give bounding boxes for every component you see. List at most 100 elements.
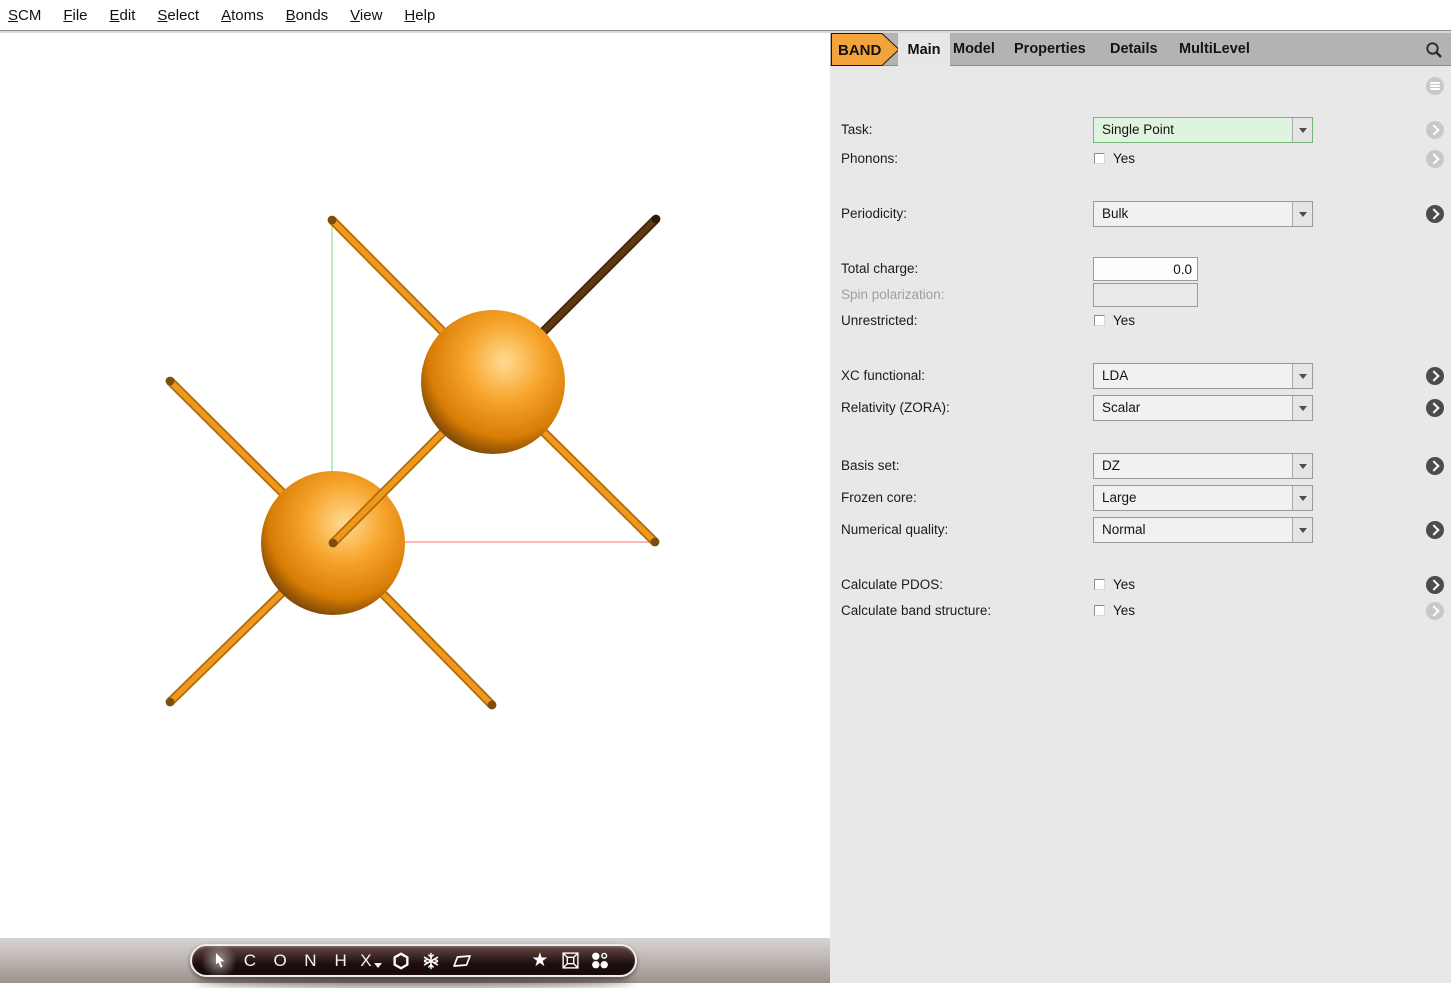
row-numerical-quality: Numerical quality: Normal (830, 517, 1451, 543)
tab-bar: BAND Main Model Properties Details Multi… (830, 33, 1451, 66)
menu-bonds[interactable]: Bonds (286, 7, 329, 24)
periodic-box-button[interactable] (559, 950, 582, 972)
panel-menu-button (1426, 77, 1444, 95)
task-dropdown-arrow[interactable] (1292, 118, 1312, 142)
spin-polarization-label: Spin polarization: (841, 282, 945, 308)
phonons-label: Phonons: (841, 146, 898, 172)
relativity-dropdown[interactable]: Scalar (1093, 395, 1313, 421)
numerical-quality-value: Normal (1094, 518, 1292, 542)
frozen-core-dropdown-arrow[interactable] (1292, 486, 1312, 510)
parallelogram-icon (452, 953, 472, 969)
menu-view[interactable]: View (350, 7, 382, 24)
tab-main[interactable]: Main (898, 33, 950, 66)
row-basis-set: Basis set: DZ (830, 453, 1451, 479)
lattice-plane-button[interactable] (450, 950, 473, 972)
xc-functional-value: LDA (1094, 364, 1292, 388)
menu-scm[interactable]: SCM (8, 7, 41, 24)
calculate-band-structure-checkbox-label: Yes (1113, 598, 1135, 624)
element-x-button[interactable]: X (359, 950, 382, 972)
spin-polarization-input (1093, 283, 1198, 307)
xc-functional-dropdown-arrow[interactable] (1292, 364, 1312, 388)
element-oxygen-button[interactable]: O (269, 950, 292, 972)
calculate-band-structure-detail-button (1426, 602, 1444, 620)
phonons-checkbox-label: Yes (1113, 146, 1135, 172)
calculate-pdos-label: Calculate PDOS: (841, 572, 943, 598)
periodicity-dropdown-arrow[interactable] (1292, 202, 1312, 226)
periodic-box-icon (561, 951, 580, 970)
element-hydrogen-button[interactable]: H (329, 950, 352, 972)
freeze-tool-button[interactable] (420, 950, 443, 972)
molecule-viewer[interactable]: C O N H X (0, 33, 830, 983)
xc-functional-dropdown[interactable]: LDA (1093, 363, 1313, 389)
menu-edit[interactable]: Edit (110, 7, 136, 24)
unrestricted-checkbox[interactable] (1094, 315, 1105, 326)
basis-set-label: Basis set: (841, 453, 900, 479)
basis-set-dropdown-arrow[interactable] (1292, 454, 1312, 478)
task-detail-button (1426, 121, 1444, 139)
calculate-pdos-detail-button[interactable] (1426, 576, 1444, 594)
snowflake-icon (422, 952, 440, 970)
periodicity-label: Periodicity: (841, 201, 907, 227)
star-icon: ★ (531, 951, 548, 970)
element-x-label: X (360, 951, 371, 971)
tab-multilevel[interactable]: MultiLevel (1179, 33, 1250, 65)
band-input-panel: BAND Main Model Properties Details Multi… (830, 33, 1451, 983)
basis-set-detail-button[interactable] (1426, 457, 1444, 475)
element-nitrogen-button[interactable]: N (299, 950, 322, 972)
calculate-pdos-checkbox[interactable] (1094, 579, 1105, 590)
relativity-detail-button[interactable] (1426, 399, 1444, 417)
element-toolbar: C O N H X (190, 944, 637, 977)
menu-file[interactable]: File (63, 7, 87, 24)
molecule-canvas[interactable] (0, 33, 830, 938)
calculate-band-structure-label: Calculate band structure: (841, 598, 991, 624)
row-spin-polarization: Spin polarization: (830, 282, 1451, 308)
relativity-value: Scalar (1094, 396, 1292, 420)
task-label: Task: (841, 117, 873, 143)
periodicity-detail-button[interactable] (1426, 205, 1444, 223)
viewer-bottom-strip: C O N H X (0, 938, 830, 983)
periodicity-dropdown[interactable]: Bulk (1093, 201, 1313, 227)
row-xc-functional: XC functional: LDA (830, 363, 1451, 389)
hexagon-ring-icon (392, 952, 410, 970)
row-phonons: Phonons: Yes (830, 146, 1451, 172)
numerical-quality-label: Numerical quality: (841, 517, 948, 543)
main-tab-content: Task: Single Point Phonons: Yes Periodic… (830, 66, 1451, 983)
row-task: Task: Single Point (830, 117, 1451, 143)
total-charge-input[interactable] (1093, 257, 1198, 281)
search-button[interactable] (1424, 40, 1444, 60)
relativity-dropdown-arrow[interactable] (1292, 396, 1312, 420)
relativity-label: Relativity (ZORA): (841, 395, 950, 421)
favorites-button[interactable]: ★ (528, 950, 551, 972)
numerical-quality-detail-button[interactable] (1426, 521, 1444, 539)
xc-functional-detail-button[interactable] (1426, 367, 1444, 385)
menu-select[interactable]: Select (157, 7, 199, 24)
tab-properties[interactable]: Properties (1014, 33, 1086, 65)
frozen-core-label: Frozen core: (841, 485, 917, 511)
tab-details[interactable]: Details (1110, 33, 1158, 65)
basis-set-dropdown[interactable]: DZ (1093, 453, 1313, 479)
phonons-checkbox[interactable] (1094, 153, 1105, 164)
toolbar-reflection (196, 976, 632, 988)
row-calculate-pdos: Calculate PDOS: Yes (830, 572, 1451, 598)
row-periodicity: Periodicity: Bulk (830, 201, 1451, 227)
periodicity-value: Bulk (1094, 202, 1292, 226)
band-input-window: { "menubar": { "items": [ {"label": "SCM… (0, 0, 1451, 983)
tab-model[interactable]: Model (953, 33, 995, 65)
atom-display-button[interactable] (589, 950, 612, 972)
select-tool-button[interactable] (208, 950, 231, 972)
calculate-band-structure-checkbox[interactable] (1094, 605, 1105, 616)
band-badge-label: BAND (838, 42, 881, 59)
task-dropdown[interactable]: Single Point (1093, 117, 1313, 143)
total-charge-label: Total charge: (841, 256, 918, 282)
frozen-core-dropdown[interactable]: Large (1093, 485, 1313, 511)
atom-dots-icon (590, 951, 610, 970)
atom-sphere[interactable] (421, 310, 565, 454)
menu-atoms[interactable]: Atoms (221, 7, 264, 24)
element-carbon-button[interactable]: C (238, 950, 261, 972)
numerical-quality-dropdown[interactable]: Normal (1093, 517, 1313, 543)
row-total-charge: Total charge: (830, 256, 1451, 282)
phonons-detail-button (1426, 150, 1444, 168)
ring-tool-button[interactable] (390, 950, 413, 972)
menu-help[interactable]: Help (404, 7, 435, 24)
numerical-quality-dropdown-arrow[interactable] (1292, 518, 1312, 542)
